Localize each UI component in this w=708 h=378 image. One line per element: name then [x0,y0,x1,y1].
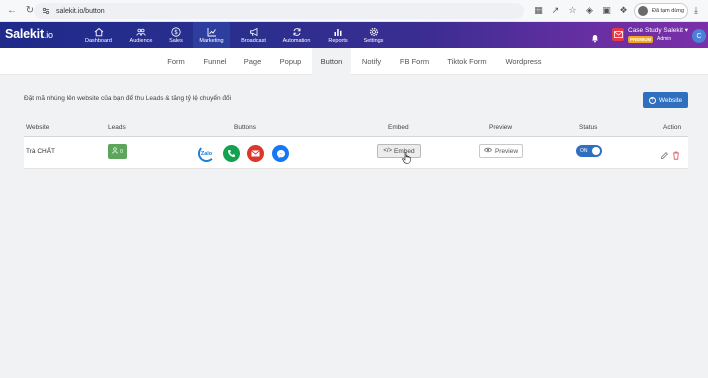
user-icon [112,147,118,156]
website-name[interactable]: Trà CHẤT [26,148,55,155]
app-navbar: Salekit.io Dashboard Audience $ Sales Ma… [0,22,708,48]
table-row: Trà CHẤT 0 Zalo </> Embed Preview ON [24,137,688,169]
toggle-knob [592,147,600,155]
table-header: Website Leads Buttons Embed Preview Stat… [24,119,688,137]
nav-item-audience[interactable]: Audience [126,22,156,48]
puzzle-icon[interactable]: ❖ [618,4,629,16]
url-text: salekit.io/button [56,7,105,15]
col-leads: Leads [108,124,126,131]
eye-icon [484,147,492,155]
browser-toolbar: ← ↻ salekit.io/button ▦ ↗ ☆ ◈ ▣ ❖ Đã tạm… [0,0,708,22]
gear-icon [369,27,379,37]
add-website-button[interactable]: + Website [643,92,688,108]
col-buttons: Buttons [234,124,257,131]
edit-pencil-icon[interactable] [660,147,669,159]
messenger-icon[interactable] [272,145,289,162]
tab-page[interactable]: Page [240,48,265,75]
nav-item-sales[interactable]: $ Sales [165,22,187,48]
tab-button[interactable]: Button [312,48,351,75]
inbox-icon[interactable] [612,28,624,41]
extension-icon[interactable]: ▣ [601,4,612,16]
col-embed: Embed [388,124,409,131]
sync-icon [292,27,302,37]
profile-status: Đã tạm dừng [652,8,685,14]
preview-button[interactable]: Preview [479,144,523,158]
tab-notify[interactable]: Notify [358,48,385,75]
bar-chart-icon [333,27,343,37]
site-info-icon[interactable] [42,7,50,15]
tab-popup[interactable]: Popup [275,48,306,75]
col-action: Action [663,124,682,131]
dollar-icon: $ [171,26,181,37]
button-table: Website Leads Buttons Embed Preview Stat… [24,119,688,169]
nav-item-automation[interactable]: Automation [279,22,314,48]
users-icon [136,27,146,37]
tab-funnel[interactable]: Funnel [200,48,230,75]
hand-cursor-icon [402,151,411,164]
tab-wordpress[interactable]: Wordpress [501,48,546,75]
share-icon[interactable]: ↗ [550,4,561,16]
address-bar[interactable]: salekit.io/button [34,3,524,19]
profile-avatar [638,6,648,16]
home-icon [94,27,104,37]
col-status: Status [579,124,598,131]
tab-form[interactable]: Form [163,48,189,75]
brand-logo[interactable]: Salekit.io [5,27,53,41]
avatar[interactable]: C [692,29,706,43]
col-website: Website [26,124,50,131]
tab-fb-form[interactable]: FB Form [396,48,433,75]
marketing-subtabs: Form Funnel Page Popup Button Notify FB … [0,48,708,75]
col-preview: Preview [489,124,513,131]
notification-bell-icon[interactable] [590,30,600,43]
back-icon[interactable]: ← [6,5,18,17]
profile-button[interactable]: Đã tạm dừng [634,3,688,19]
chart-line-icon [207,27,217,37]
svg-text:$: $ [174,29,178,36]
nav-item-settings[interactable]: Settings [360,22,387,48]
nav-item-reports[interactable]: Reports [325,22,351,48]
page-description: Đặt mã nhúng lên website của bạn để thu … [24,95,232,102]
nav-item-broadcast[interactable]: Broadcast [238,22,269,48]
shield-icon[interactable]: ◈ [584,4,595,16]
leads-count-badge[interactable]: 0 [108,144,127,159]
phone-icon[interactable] [223,145,240,162]
tab-tiktok-form[interactable]: Tiktok Form [444,48,490,75]
zalo-icon[interactable]: Zalo [198,145,215,162]
megaphone-icon [249,27,259,37]
user-menu[interactable]: Case Study Salekit ▾ [628,26,688,34]
nav-item-dashboard[interactable]: Dashboard [83,22,114,48]
code-icon: </> [383,148,393,154]
user-role: Admin [657,36,672,42]
status-toggle[interactable]: ON [576,145,602,157]
star-icon[interactable]: ☆ [567,4,578,16]
embed-button[interactable]: </> Embed [377,144,421,158]
plan-badge: PREMIUM [628,36,654,43]
translate-icon[interactable]: ▦ [533,4,544,16]
nav-item-marketing[interactable]: Marketing [193,22,230,48]
plus-circle-icon: + [648,96,656,104]
delete-trash-icon[interactable] [672,147,680,160]
download-icon[interactable]: ⤓ [694,5,698,16]
mail-icon[interactable] [247,145,264,162]
